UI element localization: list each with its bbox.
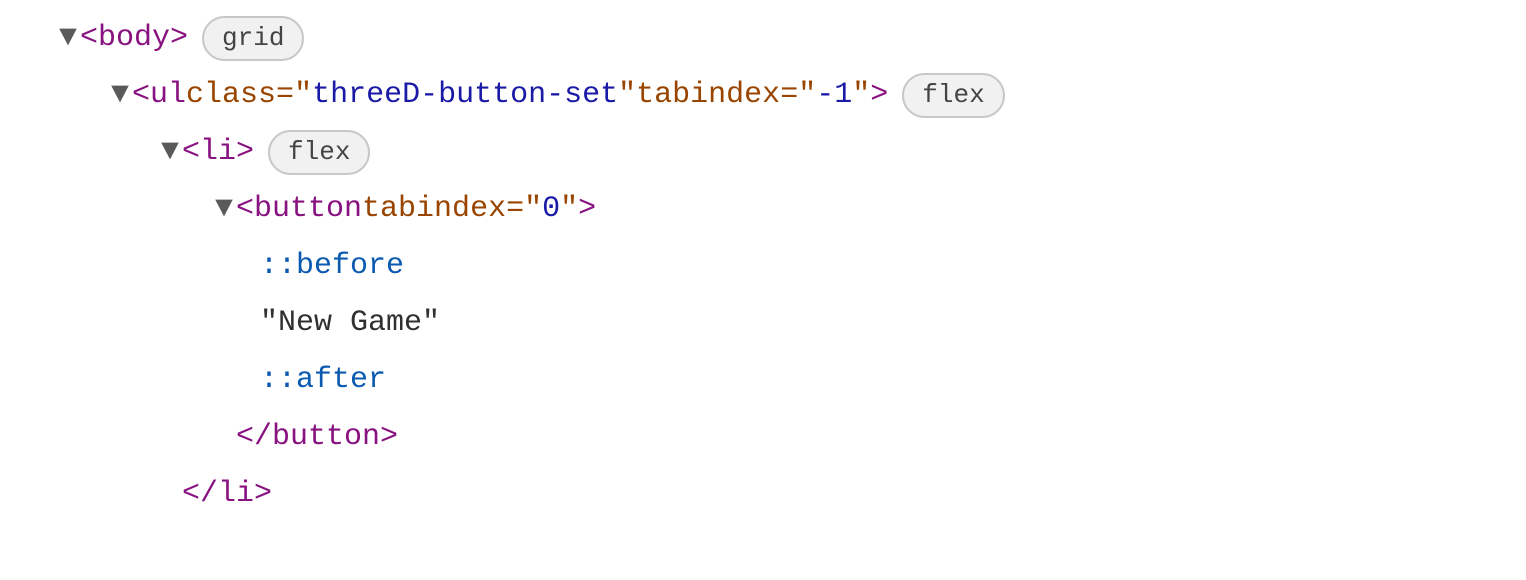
- tag-bracket-open: <: [132, 67, 150, 124]
- tag-bracket-open: <: [182, 124, 200, 181]
- dom-node-li-close[interactable]: </li>: [0, 466, 1526, 523]
- attr-name-tabindex: tabindex: [636, 67, 780, 124]
- dom-node-body[interactable]: ▼ <body> grid: [0, 10, 1526, 67]
- tag-name-button: button: [272, 409, 380, 466]
- attr-name-class: class: [186, 67, 276, 124]
- equals: =: [506, 181, 524, 238]
- quote-open: ": [524, 181, 542, 238]
- expand-toggle-icon[interactable]: ▼: [158, 124, 182, 181]
- tag-bracket-close: >: [380, 409, 398, 466]
- tag-bracket-open: <: [236, 181, 254, 238]
- quote-close: ": [618, 67, 636, 124]
- pseudo-before[interactable]: ::before: [0, 238, 1526, 295]
- expand-toggle-icon[interactable]: ▼: [108, 67, 132, 124]
- attr-value-class: threeD-button-set: [312, 67, 618, 124]
- tag-bracket-open: <: [80, 10, 98, 67]
- spacer-icon: [212, 409, 236, 466]
- expand-toggle-icon[interactable]: ▼: [212, 181, 236, 238]
- quote-close: ": [852, 67, 870, 124]
- display-badge-grid[interactable]: grid: [202, 16, 304, 62]
- tag-bracket-close: >: [170, 10, 188, 67]
- quote-open: ": [294, 67, 312, 124]
- attr-value-tabindex: -1: [816, 67, 852, 124]
- text-node[interactable]: "New Game": [0, 295, 1526, 352]
- display-badge-flex[interactable]: flex: [902, 73, 1004, 119]
- spacer-icon: [158, 466, 182, 523]
- equals: =: [780, 67, 798, 124]
- attr-name-tabindex: tabindex: [362, 181, 506, 238]
- dom-node-button-close[interactable]: </button>: [0, 409, 1526, 466]
- tag-name-button: button: [254, 181, 362, 238]
- dom-node-ul[interactable]: ▼ <ul class="threeD-button-set" tabindex…: [0, 67, 1526, 124]
- quote-close: ": [560, 181, 578, 238]
- tag-bracket-close: >: [578, 181, 596, 238]
- tag-bracket-open: </: [236, 409, 272, 466]
- dom-node-li[interactable]: ▼ <li> flex: [0, 124, 1526, 181]
- pseudo-element-before: ::before: [260, 238, 404, 295]
- pseudo-element-after: ::after: [260, 352, 386, 409]
- dom-node-button[interactable]: ▼ <button tabindex="0">: [0, 181, 1526, 238]
- attr-value-tabindex: 0: [542, 181, 560, 238]
- tag-name-li: li: [218, 466, 254, 523]
- expand-toggle-icon[interactable]: ▼: [56, 10, 80, 67]
- tag-bracket-close: >: [870, 67, 888, 124]
- pseudo-after[interactable]: ::after: [0, 352, 1526, 409]
- tag-name-li: li: [200, 124, 236, 181]
- equals: =: [276, 67, 294, 124]
- tag-name-ul: ul: [150, 67, 186, 124]
- display-badge-flex[interactable]: flex: [268, 130, 370, 176]
- text-node-value: "New Game": [260, 295, 440, 352]
- tag-name-body: body: [98, 10, 170, 67]
- tag-bracket-close: >: [236, 124, 254, 181]
- tag-bracket-close: >: [254, 466, 272, 523]
- tag-bracket-open: </: [182, 466, 218, 523]
- quote-open: ": [798, 67, 816, 124]
